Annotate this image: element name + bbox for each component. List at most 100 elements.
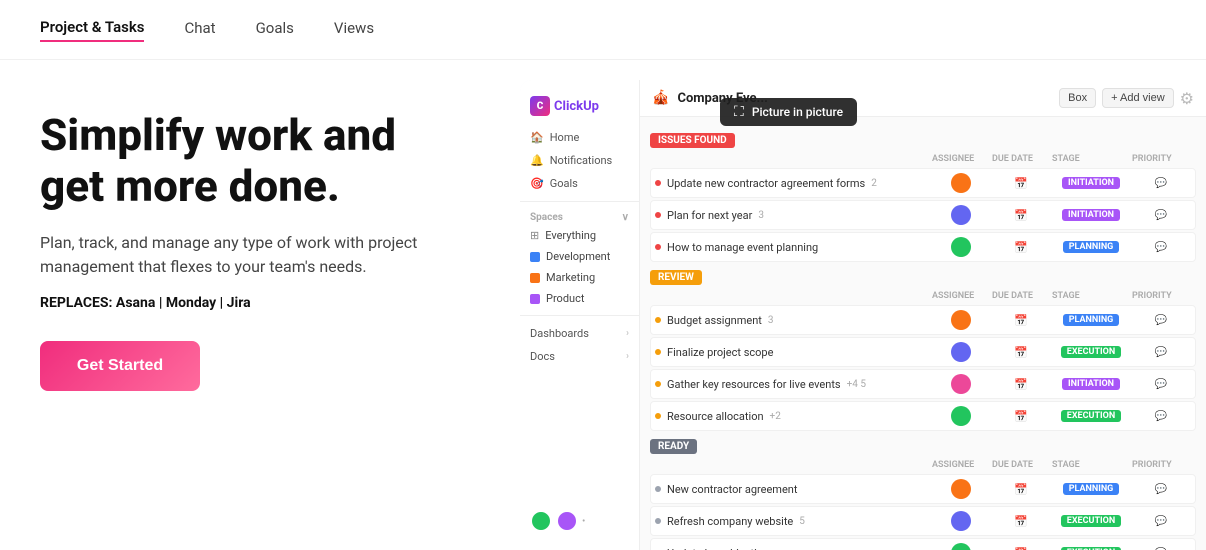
- sidebar-bottom-avatars: •: [520, 502, 639, 540]
- calendar-icon: 📅: [1014, 378, 1028, 391]
- message-icon: 💬: [1155, 210, 1167, 221]
- replaces-text: REPLACES: Asana | Monday | Jira: [40, 295, 480, 311]
- task-name-text: New contractor agreement: [667, 483, 797, 496]
- more-users: •: [582, 516, 585, 527]
- avatar: [951, 173, 971, 193]
- table-row[interactable]: Gather key resources for live events +4 …: [650, 369, 1196, 399]
- calendar-icon: 📅: [1014, 346, 1028, 359]
- task-meta: +2: [770, 411, 781, 422]
- table-row[interactable]: Plan for next year 3 📅 INITIATION 💬: [650, 200, 1196, 230]
- stage-badge: PLANNING: [1063, 241, 1120, 253]
- chevron-right-icon: ›: [626, 328, 629, 339]
- sidebar-item-development[interactable]: Development: [520, 246, 639, 267]
- main-nav: Project & Tasks Chat Goals Views: [0, 0, 1206, 60]
- avatar: [951, 237, 971, 257]
- task-dot: [655, 413, 661, 419]
- avatar: [951, 342, 971, 362]
- project-icon: 🎪: [652, 90, 669, 106]
- nav-item-views[interactable]: Views: [334, 19, 374, 41]
- avatar: [951, 406, 971, 426]
- stage-badge: EXECUTION: [1061, 515, 1121, 527]
- bell-icon: 🔔: [530, 154, 544, 167]
- avatar: [951, 374, 971, 394]
- table-row[interactable]: How to manage event planning 📅 PLANNING …: [650, 232, 1196, 262]
- stage-badge: PLANNING: [1063, 314, 1120, 326]
- chevron-down-icon: ∨: [622, 212, 629, 223]
- sidebar-item-product[interactable]: Product: [520, 288, 639, 309]
- task-name-text: Plan for next year: [667, 209, 752, 222]
- marketing-space-dot: [530, 273, 540, 283]
- get-started-button[interactable]: Get Started: [40, 341, 200, 391]
- task-name-text: Resource allocation: [667, 410, 764, 423]
- calendar-icon: 📅: [1014, 209, 1028, 222]
- task-meta: 5: [799, 516, 805, 527]
- avatar: [951, 479, 971, 499]
- nav-item-projects[interactable]: Project & Tasks: [40, 18, 144, 42]
- review-badge: REVIEW: [650, 270, 702, 285]
- task-meta: +4 5: [847, 379, 866, 390]
- sidebar-item-dashboards[interactable]: Dashboards ›: [520, 322, 639, 345]
- message-icon: 💬: [1155, 516, 1167, 527]
- sidebar-item-notifications[interactable]: 🔔 Notifications: [520, 149, 639, 172]
- stage-badge: INITIATION: [1062, 209, 1120, 221]
- issues-col-headers: ASSIGNEE DUE DATE STAGE PRIORITY: [650, 152, 1196, 166]
- task-dot: [655, 212, 661, 218]
- main-content: Simplify work and get more done. Plan, t…: [0, 60, 1206, 550]
- add-view-button[interactable]: + Add view: [1102, 88, 1174, 108]
- sidebar-item-marketing[interactable]: Marketing: [520, 267, 639, 288]
- settings-icon[interactable]: ⚙: [1180, 89, 1194, 108]
- message-icon: 💬: [1155, 379, 1167, 390]
- clickup-logo-icon: C: [530, 96, 550, 116]
- chevron-right-icon-docs: ›: [626, 351, 629, 362]
- table-row[interactable]: Refresh company website 5 📅 EXECUTION 💬: [650, 506, 1196, 536]
- sidebar-item-everything[interactable]: ⊞ Everything: [520, 225, 639, 246]
- header-actions: Box + Add view ⚙: [1059, 88, 1194, 108]
- nav-item-goals[interactable]: Goals: [256, 19, 294, 41]
- hero-description: Plan, track, and manage any type of work…: [40, 231, 420, 279]
- section-review: REVIEW: [650, 270, 1196, 285]
- message-icon: 💬: [1155, 242, 1167, 253]
- box-view-button[interactable]: Box: [1059, 88, 1096, 108]
- table-row[interactable]: Finalize project scope 📅 EXECUTION 💬: [650, 337, 1196, 367]
- development-space-dot: [530, 252, 540, 262]
- message-icon: 💬: [1155, 315, 1167, 326]
- ready-badge: READY: [650, 439, 697, 454]
- table-row[interactable]: Update new contractor agreement forms 2 …: [650, 168, 1196, 198]
- task-dot: [655, 180, 661, 186]
- task-dot: [655, 349, 661, 355]
- section-issues-found: ISSUES FOUND: [650, 133, 1196, 148]
- stage-badge: INITIATION: [1062, 177, 1120, 189]
- stage-badge: INITIATION: [1062, 378, 1120, 390]
- table-row[interactable]: Update key objectives 📅 EXECUTION 💬: [650, 538, 1196, 550]
- review-col-headers: ASSIGNEE DUE DATE STAGE PRIORITY: [650, 289, 1196, 303]
- task-name-text: Budget assignment: [667, 314, 762, 327]
- table-row[interactable]: New contractor agreement 📅 PLANNING 💬: [650, 474, 1196, 504]
- stage-badge: PLANNING: [1063, 483, 1120, 495]
- pip-icon: ⛶: [734, 104, 744, 120]
- task-dot: [655, 244, 661, 250]
- task-name-text: Update key objectives: [667, 547, 774, 550]
- calendar-icon: 📅: [1014, 177, 1028, 190]
- avatar: [951, 511, 971, 531]
- sidebar-item-goals[interactable]: 🎯 Goals: [520, 172, 639, 195]
- table-row[interactable]: Budget assignment 3 📅 PLANNING 💬: [650, 305, 1196, 335]
- sidebar-logo: C ClickUp: [520, 90, 639, 126]
- app-sidebar: C ClickUp 🏠 Home 🔔 Notifications 🎯 Goals…: [520, 80, 640, 550]
- task-meta: 3: [768, 315, 774, 326]
- task-name-text: Finalize project scope: [667, 346, 773, 359]
- task-name-text: Update new contractor agreement forms: [667, 177, 865, 190]
- calendar-icon: 📅: [1014, 515, 1028, 528]
- pip-tooltip-text: Picture in picture: [752, 105, 843, 119]
- sidebar-item-home[interactable]: 🏠 Home: [520, 126, 639, 149]
- task-name-text: Gather key resources for live events: [667, 378, 841, 391]
- sidebar-item-docs[interactable]: Docs ›: [520, 345, 639, 368]
- message-icon: 💬: [1155, 411, 1167, 422]
- task-dot: [655, 381, 661, 387]
- nav-item-chat[interactable]: Chat: [184, 19, 215, 41]
- goals-icon: 🎯: [530, 177, 544, 190]
- avatar: [951, 543, 971, 550]
- calendar-icon: 📅: [1014, 410, 1028, 423]
- content-area: 🎪 Company Eve... Box + Add view ⚙ ISSUES…: [640, 80, 1206, 550]
- stage-badge: EXECUTION: [1061, 410, 1121, 422]
- table-row[interactable]: Resource allocation +2 📅 EXECUTION 💬: [650, 401, 1196, 431]
